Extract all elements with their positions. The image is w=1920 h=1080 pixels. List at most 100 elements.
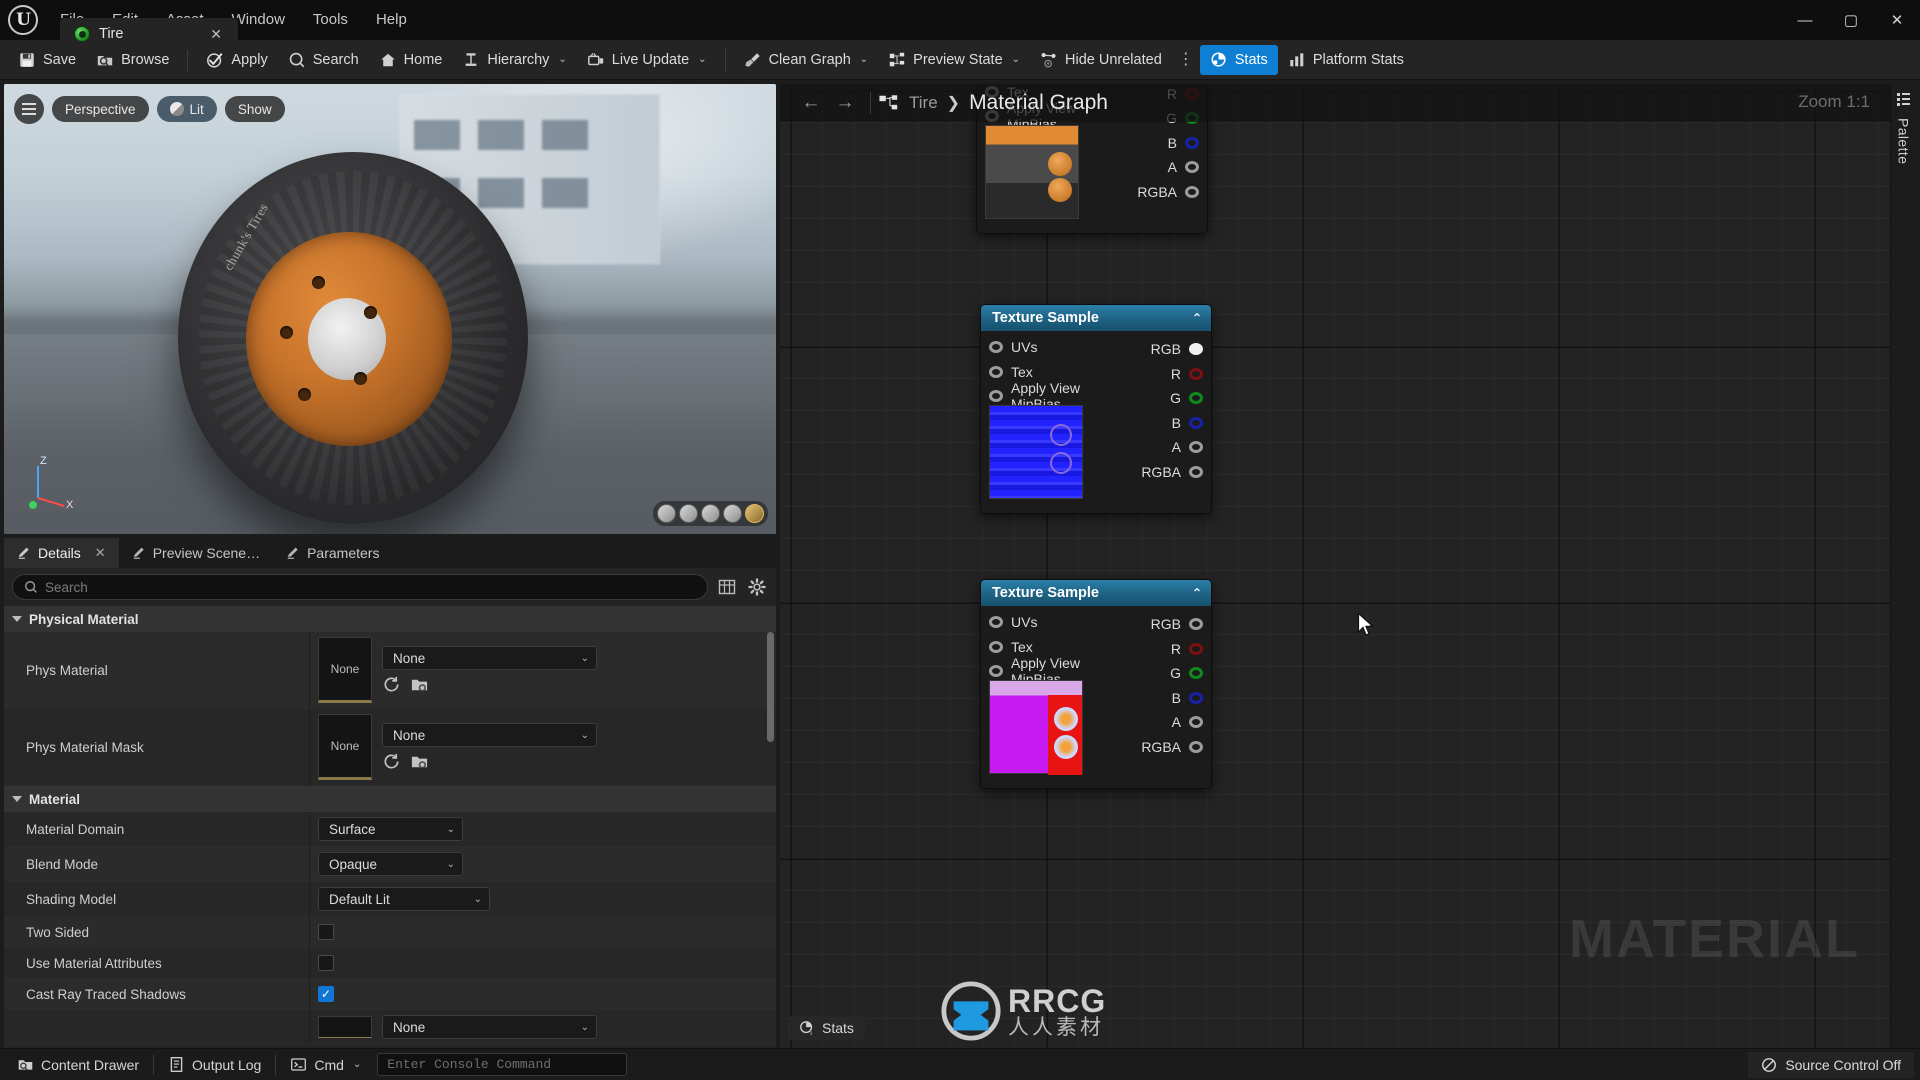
console-command-input[interactable]	[387, 1057, 618, 1072]
close-icon[interactable]: ✕	[95, 545, 106, 561]
output-pin-icon[interactable]	[1189, 740, 1203, 753]
browse-to-asset-icon[interactable]	[410, 675, 429, 694]
node-output-pin[interactable]: RGBA	[1101, 464, 1203, 480]
breadcrumb-root[interactable]: Tire	[909, 93, 938, 113]
asset-picker-combo[interactable]: None ⌄	[382, 723, 597, 747]
unreal-logo[interactable]: U	[0, 0, 46, 40]
blend-mode-combo[interactable]: Opaque ⌄	[318, 852, 463, 876]
tab-details[interactable]: Details ✕	[4, 538, 119, 568]
output-pin-icon[interactable]	[1189, 618, 1203, 631]
output-pin-icon[interactable]	[1189, 465, 1203, 478]
asset-picker-combo[interactable]: None ⌄	[382, 1015, 597, 1039]
input-pin-icon[interactable]	[989, 616, 1003, 629]
collapse-icon[interactable]: ⌃	[1192, 311, 1202, 325]
node-output-pin[interactable]: A	[1101, 439, 1203, 455]
output-pin-icon[interactable]	[1189, 667, 1203, 680]
node-output-pin[interactable]: R	[1101, 641, 1203, 657]
viewport-menu-button[interactable]	[14, 94, 44, 124]
output-pin-icon[interactable]	[1189, 343, 1203, 356]
material-graph-canvas[interactable]: ← → Tire ❯ Material Graph Zoom 1:1 B A R…	[780, 84, 1916, 1048]
output-pin-icon[interactable]	[1189, 441, 1203, 454]
output-pin-icon[interactable]	[1189, 642, 1203, 655]
node-output-pin[interactable]: G	[1101, 390, 1203, 406]
clean-graph-button[interactable]: Clean Graph ⌄	[734, 45, 879, 75]
texture-thumbnail-orange[interactable]	[985, 125, 1079, 219]
live-update-button[interactable]: Live Update ⌄	[577, 45, 717, 75]
platform-stats-button[interactable]: Platform Stats	[1278, 45, 1414, 75]
menu-help[interactable]: Help	[362, 0, 421, 40]
node-output-pin[interactable]: G	[1101, 665, 1203, 681]
output-pin-icon[interactable]	[1189, 691, 1203, 704]
nav-back-button[interactable]: ←	[794, 88, 828, 118]
toolbar-overflow-button[interactable]: ⋮	[1172, 51, 1200, 68]
asset-picker-combo[interactable]: None ⌄	[382, 646, 597, 670]
details-scrollbar[interactable]	[767, 632, 774, 742]
details-search-box[interactable]	[12, 574, 708, 600]
input-pin-icon[interactable]	[989, 365, 1003, 378]
asset-thumbnail[interactable]: None	[318, 714, 372, 780]
input-pin-icon[interactable]	[989, 341, 1003, 354]
viewport-show-button[interactable]: Show	[224, 96, 285, 122]
close-icon[interactable]: ✕	[206, 26, 226, 43]
browse-to-asset-icon[interactable]	[410, 752, 429, 771]
source-control-button[interactable]: Source Control Off	[1748, 1051, 1914, 1078]
cast-ray-traced-shadows-checkbox[interactable]	[318, 986, 334, 1002]
output-pin-icon[interactable]	[1189, 416, 1203, 429]
palette-tab[interactable]: Palette	[1890, 84, 1916, 1048]
node-output-pin[interactable]: RGB	[1101, 616, 1203, 632]
output-pin-icon[interactable]	[1189, 367, 1203, 380]
minimize-button[interactable]: —	[1782, 0, 1828, 40]
reset-icon[interactable]	[382, 675, 401, 694]
console-command-box[interactable]	[377, 1053, 628, 1076]
home-button[interactable]: Home	[369, 45, 453, 75]
node-output-pin[interactable]: B	[1097, 135, 1199, 151]
output-pin-icon[interactable]	[1189, 716, 1203, 729]
output-pin-icon[interactable]	[1189, 392, 1203, 405]
material-domain-combo[interactable]: Surface ⌄	[318, 817, 463, 841]
viewport-lit-button[interactable]: Lit	[156, 96, 217, 122]
details-search-input[interactable]	[45, 579, 696, 595]
node-input-pin[interactable]: UVs	[981, 610, 1105, 635]
collapse-icon[interactable]: ⌃	[1192, 586, 1202, 600]
input-pin-icon[interactable]	[989, 390, 1003, 403]
close-button[interactable]: ✕	[1874, 0, 1920, 40]
section-material[interactable]: Material	[4, 786, 776, 812]
stats-toggle-button[interactable]: Stats	[1199, 44, 1278, 75]
preview-shape-custom[interactable]	[745, 504, 764, 523]
texture-thumbnail-normal-map[interactable]	[989, 405, 1083, 499]
cmd-dropdown-button[interactable]: Cmd ⌄	[279, 1052, 372, 1078]
maximize-button[interactable]: ▢	[1828, 0, 1874, 40]
input-pin-icon[interactable]	[989, 640, 1003, 653]
content-drawer-button[interactable]: Content Drawer	[6, 1052, 150, 1078]
output-pin-icon[interactable]	[1185, 185, 1199, 198]
menu-tools[interactable]: Tools	[299, 0, 362, 40]
input-pin-icon[interactable]	[989, 665, 1003, 678]
tab-parameters[interactable]: Parameters	[273, 538, 392, 568]
graph-stats-chip[interactable]: i Stats	[788, 1016, 865, 1040]
texture-thumbnail-magenta-mask[interactable]	[989, 680, 1083, 775]
section-physical-material[interactable]: Physical Material	[4, 606, 776, 632]
preview-shape-cube[interactable]	[723, 504, 742, 523]
node-header[interactable]: Texture Sample ⌃	[981, 580, 1211, 606]
node-header[interactable]: Texture Sample ⌃	[981, 305, 1211, 331]
node-output-pin[interactable]: A	[1101, 714, 1203, 730]
reset-icon[interactable]	[382, 752, 401, 771]
two-sided-checkbox[interactable]	[318, 924, 334, 940]
asset-thumbnail[interactable]: None	[318, 637, 372, 703]
output-pin-icon[interactable]	[1185, 136, 1199, 149]
node-output-pin[interactable]: B	[1101, 415, 1203, 431]
output-pin-icon[interactable]	[1185, 161, 1199, 174]
document-tab-tire[interactable]: Tire ✕	[60, 18, 238, 50]
details-settings-button[interactable]	[746, 576, 768, 598]
preview-shape-plane[interactable]	[701, 504, 720, 523]
tab-preview-scene[interactable]: Preview Scene…	[119, 538, 273, 568]
preview-shape-sphere[interactable]	[679, 504, 698, 523]
shading-model-combo[interactable]: Default Lit ⌄	[318, 887, 490, 911]
column-settings-button[interactable]	[716, 576, 738, 598]
node-output-pin[interactable]: RGBA	[1101, 739, 1203, 755]
output-log-button[interactable]: Output Log	[157, 1052, 272, 1078]
viewport-perspective-button[interactable]: Perspective	[52, 96, 149, 122]
hierarchy-button[interactable]: Hierarchy ⌄	[452, 45, 576, 75]
node-output-pin[interactable]: RGBA	[1097, 184, 1199, 200]
preview-viewport[interactable]: chunk's Tires Perspective Lit Show Z X	[4, 84, 776, 534]
